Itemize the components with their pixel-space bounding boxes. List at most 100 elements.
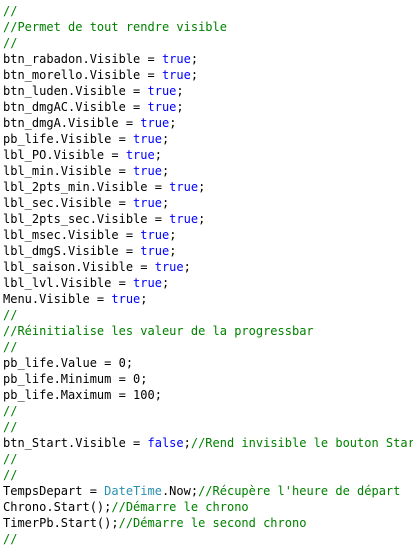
code-text: ; [161, 164, 170, 178]
code-text: Chrono.Start(); [3, 500, 112, 514]
code-line[interactable]: lbl_lvl.Visible = true; [3, 275, 413, 291]
code-line[interactable]: pb_life.Value = 0; [3, 355, 413, 371]
code-text: btn_morello.Visible = [3, 68, 162, 82]
code-comment: //Permet de tout rendre visible [3, 20, 227, 34]
code-text: btn_Start.Visible = [3, 436, 148, 450]
code-text: lbl_saison.Visible = [3, 260, 155, 274]
code-line[interactable]: btn_dmgAC.Visible = true; [3, 99, 413, 115]
code-keyword: true [169, 180, 199, 194]
code-line[interactable]: // [3, 419, 413, 435]
code-keyword: true [140, 228, 170, 242]
code-line[interactable]: lbl_min.Visible = true; [3, 163, 413, 179]
code-text: pb_life.Minimum = 0; [3, 372, 148, 386]
code-comment: // [3, 532, 18, 546]
code-line[interactable]: btn_luden.Visible = true; [3, 83, 413, 99]
code-line[interactable]: btn_dmgA.Visible = true; [3, 115, 413, 131]
code-text: lbl_PO.Visible = [3, 148, 126, 162]
code-line[interactable]: pb_life.Maximum = 100; [3, 387, 413, 403]
code-text: ; [183, 260, 191, 274]
code-text: btn_dmgAC.Visible = [3, 100, 148, 114]
code-line[interactable]: lbl_PO.Visible = true; [3, 147, 413, 163]
code-line[interactable]: // [3, 35, 413, 51]
code-keyword: true [133, 164, 162, 178]
code-line[interactable]: Menu.Visible = true; [3, 291, 413, 307]
code-line[interactable]: // [3, 3, 413, 19]
code-type: DateTime [104, 484, 162, 498]
code-text: TempsDepart = [3, 484, 105, 498]
code-comment: // [3, 420, 18, 434]
code-keyword: true [161, 52, 191, 66]
code-line[interactable]: btn_rabadon.Visible = true; [3, 51, 413, 67]
code-text: lbl_2pts_sec.Visible = [3, 212, 170, 226]
code-text: ; [161, 132, 170, 146]
code-text: ; [176, 100, 184, 114]
code-text: pb_life.Maximum = 100; [3, 388, 162, 402]
code-text: btn_luden.Visible = [3, 84, 148, 98]
code-keyword: true [154, 260, 184, 274]
code-comment: // [3, 36, 18, 50]
code-keyword: true [147, 84, 177, 98]
code-line[interactable]: TimerPb.Start();//Démarre le second chro… [3, 515, 413, 531]
code-text: pb_life.Value = 0; [3, 356, 134, 370]
code-text: ; [169, 116, 177, 130]
code-line[interactable]: lbl_sec.Visible = true; [3, 195, 413, 211]
code-line[interactable]: TempsDepart = DateTime.Now;//Récupère l'… [3, 483, 413, 499]
code-line[interactable]: btn_morello.Visible = true; [3, 67, 413, 83]
code-text: lbl_2pts_min.Visible = [3, 180, 170, 194]
code-line[interactable]: //Permet de tout rendre visible [3, 19, 413, 35]
code-text: ; [183, 436, 191, 450]
code-keyword: true [140, 244, 170, 258]
code-text: lbl_sec.Visible = [3, 196, 134, 210]
code-text: ; [154, 148, 162, 162]
code-keyword: true [147, 100, 177, 114]
code-text: TimerPb.Start(); [3, 516, 119, 530]
code-comment: //Rend invisible le bouton Start [190, 436, 413, 450]
code-comment: //Réinitialise les valeur de la progress… [3, 324, 314, 338]
code-keyword: true [111, 292, 141, 306]
code-line[interactable]: lbl_saison.Visible = true; [3, 259, 413, 275]
code-text: .Now; [161, 484, 199, 498]
code-comment: // [3, 468, 18, 482]
code-text: ; [169, 228, 177, 242]
code-line[interactable]: // [3, 339, 413, 355]
code-line[interactable]: lbl_2pts_sec.Visible = true; [3, 211, 413, 227]
code-text: lbl_min.Visible = [3, 164, 134, 178]
code-comment: //Récupère l'heure de départ [198, 484, 401, 498]
code-line[interactable]: lbl_dmgS.Visible = true; [3, 243, 413, 259]
code-comment: //Démarre le chrono [111, 500, 249, 514]
code-text: pb_life.Visible = [3, 132, 134, 146]
code-line[interactable]: pb_life.Minimum = 0; [3, 371, 413, 387]
code-text: lbl_msec.Visible = [3, 228, 141, 242]
code-keyword: true [125, 148, 155, 162]
code-line[interactable]: // [3, 307, 413, 323]
code-comment: //Démarre le second chrono [118, 516, 307, 530]
code-line[interactable]: lbl_2pts_min.Visible = true; [3, 179, 413, 195]
code-keyword: true [140, 116, 170, 130]
code-text: lbl_lvl.Visible = [3, 276, 134, 290]
code-line[interactable]: Chrono.Start();//Démarre le chrono [3, 499, 413, 515]
code-line[interactable]: btn_Start.Visible = false;//Rend invisib… [3, 435, 413, 451]
code-line[interactable]: pb_life.Visible = true; [3, 131, 413, 147]
code-line[interactable]: lbl_msec.Visible = true; [3, 227, 413, 243]
code-text: ; [161, 196, 170, 210]
code-text: ; [176, 84, 184, 98]
code-text: ; [169, 244, 177, 258]
code-editor[interactable]: ////Permet de tout rendre visible//btn_r… [3, 3, 413, 549]
code-text: ; [198, 212, 206, 226]
code-comment: // [3, 452, 18, 466]
code-text: btn_dmgA.Visible = [3, 116, 141, 130]
code-comment: // [3, 308, 18, 322]
code-keyword: false [147, 436, 184, 450]
code-text: ; [190, 52, 199, 66]
code-text: ; [198, 180, 206, 194]
code-line[interactable]: // [3, 467, 413, 483]
code-text: lbl_dmgS.Visible = [3, 244, 141, 258]
code-keyword: true [169, 212, 199, 226]
code-line[interactable]: //Réinitialise les valeur de la progress… [3, 323, 413, 339]
code-comment: // [3, 4, 18, 18]
code-line[interactable]: // [3, 403, 413, 419]
code-line[interactable]: // [3, 451, 413, 467]
code-text: ; [140, 292, 148, 306]
code-line[interactable]: // [3, 531, 413, 547]
code-comment: // [3, 404, 18, 418]
